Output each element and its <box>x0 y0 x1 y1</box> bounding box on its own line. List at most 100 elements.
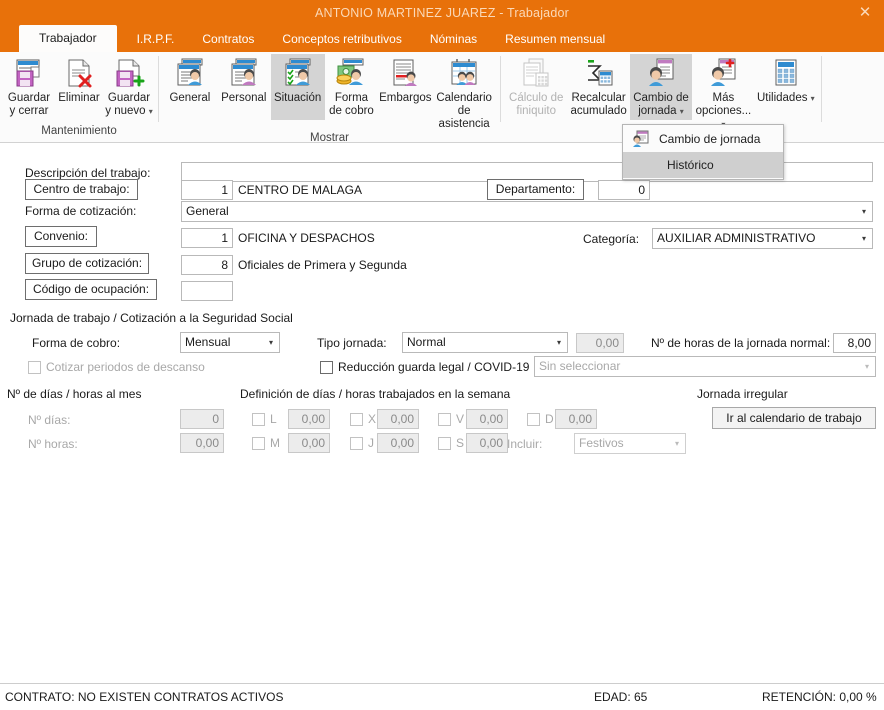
ribbon-button-forma-de-cobro[interactable]: Forma de cobro <box>325 54 379 120</box>
chevron-down-icon[interactable]: ▾ <box>859 362 875 371</box>
weekday-value-x: 0,00 <box>377 409 419 429</box>
ribbon-separator-3 <box>821 56 822 122</box>
tipo-jornada-label: Tipo jornada: <box>317 336 387 350</box>
reduccion-guarda-legal-checkbox[interactable]: Reducción guarda legal / COVID-19 <box>320 360 529 374</box>
codigo-ocupacion-button[interactable]: Código de ocupación: <box>25 279 157 300</box>
chevron-down-icon[interactable]: ▾ <box>551 338 567 347</box>
grupo-cotizacion-code-input[interactable]: 8 <box>181 255 233 275</box>
reduccion-combo[interactable]: Sin seleccionar ▾ <box>534 356 876 377</box>
weekday-checkbox-j[interactable]: J <box>350 436 374 450</box>
incluir-value: Festivos <box>579 436 624 450</box>
checkbox-box[interactable] <box>527 412 540 426</box>
ribbon-group-mantenimiento: Guardar y cerrar Eliminar Guardar y nuev… <box>0 52 158 142</box>
cambio-jornada-icon <box>645 57 677 89</box>
weekday-checkbox-x[interactable]: X <box>350 412 376 426</box>
ribbon-label: Recalcular acumulado <box>570 92 627 117</box>
chevron-down-icon[interactable]: ▾ <box>856 234 872 243</box>
tab-contratos[interactable]: Contratos <box>188 27 268 52</box>
ribbon-button-calendario-de-asistencia[interactable]: Calendario de asistencia <box>432 54 496 131</box>
centro-trabajo-name: CENTRO DE MALAGA <box>238 183 363 197</box>
ribbon-button-personal[interactable]: Personal <box>217 54 271 120</box>
chevron-down-icon[interactable]: ▾ <box>263 338 279 347</box>
centro-trabajo-button[interactable]: Centro de trabajo: <box>25 179 138 200</box>
chevron-down-icon[interactable]: ▾ <box>811 94 815 103</box>
menu-item-label: Cambio de jornada <box>659 132 761 146</box>
codigo-ocupacion-input[interactable] <box>181 281 233 301</box>
checkbox-box[interactable] <box>252 412 265 426</box>
chevron-down-icon[interactable]: ▾ <box>680 107 684 116</box>
weekday-value-m: 0,00 <box>288 433 330 453</box>
chevron-down-icon[interactable]: ▾ <box>149 107 153 116</box>
weekday-value-j: 0,00 <box>377 433 419 453</box>
weekday-checkbox-l[interactable]: L <box>252 412 277 426</box>
ribbon-button-situacion[interactable]: Situación <box>270 54 325 120</box>
save-close-icon <box>13 57 45 89</box>
checkbox-box[interactable] <box>350 436 363 450</box>
weekday-checkbox-d[interactable]: D <box>527 412 554 426</box>
situacion-form: Descripción del trabajo: Centro de traba… <box>0 143 884 683</box>
ribbon-label: Cambio de jornada ▾ <box>633 92 689 117</box>
forma-cobro-combo[interactable]: Mensual ▾ <box>180 332 280 353</box>
grupo-cotizacion-button[interactable]: Grupo de cotización: <box>25 253 149 274</box>
chevron-down-icon[interactable]: ▾ <box>856 207 872 216</box>
recalcular-acumulado-icon <box>583 57 615 89</box>
ribbon-button-eliminar[interactable]: Eliminar <box>54 54 104 120</box>
ribbon-button-mas-opciones[interactable]: Másopciones... ▾ <box>692 54 754 131</box>
checkbox-box[interactable] <box>350 412 363 426</box>
situacion-icon <box>282 57 314 89</box>
ribbon-button-recalcular-acumulado[interactable]: Recalcular acumulado <box>567 54 629 120</box>
tab-nominas[interactable]: Nóminas <box>416 27 491 52</box>
ribbon-group-title-mantenimiento: Mantenimiento <box>41 125 117 137</box>
tab-conceptos-retributivos[interactable]: Conceptos retributivos <box>268 27 415 52</box>
horas-jornada-label: Nº de horas de la jornada normal: <box>651 336 831 350</box>
ir-al-calendario-button[interactable]: Ir al calendario de trabajo <box>712 407 876 429</box>
horas-jornada-input[interactable]: 8,00 <box>833 333 876 353</box>
menu-item-historico[interactable]: Histórico <box>623 152 783 178</box>
ribbon-button-utilidades[interactable]: Utilidades ▾ <box>755 54 817 120</box>
save-new-icon <box>113 57 145 89</box>
weekday-code-l: L <box>270 412 277 426</box>
status-contrato: CONTRATO: NO EXISTEN CONTRATOS ACTIVOS <box>5 690 284 704</box>
weekday-checkbox-m[interactable]: M <box>252 436 280 450</box>
categoria-combo[interactable]: AUXILIAR ADMINISTRATIVO ▾ <box>652 228 873 249</box>
ribbon-label: Personal <box>221 92 267 104</box>
tipo-jornada-combo[interactable]: Normal ▾ <box>402 332 568 353</box>
weekday-checkbox-v[interactable]: V <box>438 412 464 426</box>
window-title: ANTONIO MARTINEZ JUAREZ - Trabajador <box>314 5 569 20</box>
checkbox-box[interactable] <box>320 360 333 374</box>
incluir-combo[interactable]: Festivos ▾ <box>574 433 686 454</box>
ribbon-button-general[interactable]: General <box>163 54 217 120</box>
departamento-code-input[interactable]: 0 <box>598 180 650 200</box>
checkbox-box[interactable] <box>438 436 451 450</box>
ribbon-button-embargos[interactable]: Embargos <box>378 54 432 120</box>
convenio-button[interactable]: Convenio: <box>25 226 97 247</box>
checkbox-box[interactable] <box>438 412 451 426</box>
close-icon[interactable]: ✕ <box>854 2 876 22</box>
reduccion-label: Reducción guarda legal / COVID-19 <box>338 360 530 374</box>
menu-item-cambio-de-jornada[interactable]: Cambio de jornada <box>623 126 783 152</box>
status-bar: CONTRATO: NO EXISTEN CONTRATOS ACTIVOS E… <box>0 683 884 710</box>
weekday-value-d: 0,00 <box>555 409 597 429</box>
convenio-code-input[interactable]: 1 <box>181 228 233 248</box>
ribbon-label: General <box>169 92 211 104</box>
tab-trabajador[interactable]: Trabajador <box>19 25 117 52</box>
definicion-semana-title: Definición de días / horas trabajados en… <box>240 387 511 401</box>
tab-irpf[interactable]: I.R.P.F. <box>123 27 189 52</box>
ribbon-button-guardar-y-cerrar[interactable]: Guardar y cerrar <box>4 54 54 120</box>
weekday-code-j: J <box>368 436 374 450</box>
centro-trabajo-code-input[interactable]: 1 <box>181 180 233 200</box>
embargos-icon <box>389 57 421 89</box>
weekday-checkbox-s[interactable]: S <box>438 436 464 450</box>
tab-resumen-mensual[interactable]: Resumen mensual <box>491 27 619 52</box>
ribbon-button-guardar-y-nuevo[interactable]: Guardar y nuevo ▾ <box>104 54 154 120</box>
checkbox-box[interactable] <box>252 436 265 450</box>
cotizar-descanso-checkbox: Cotizar periodos de descanso <box>28 360 205 374</box>
ribbon-button-calculo-de-finiquito: Cálculo de finiquito <box>505 54 567 120</box>
n-dias-input: 0 <box>180 409 224 429</box>
ribbon-label: Eliminar <box>58 92 100 104</box>
ribbon-button-cambio-de-jornada[interactable]: Cambio de jornada ▾ <box>629 54 693 120</box>
incluir-label: Incluir: <box>507 437 543 451</box>
chevron-down-icon[interactable]: ▾ <box>669 439 685 448</box>
forma-cotizacion-combo[interactable]: General ▾ <box>181 201 873 222</box>
departamento-button[interactable]: Departamento: <box>487 179 584 200</box>
